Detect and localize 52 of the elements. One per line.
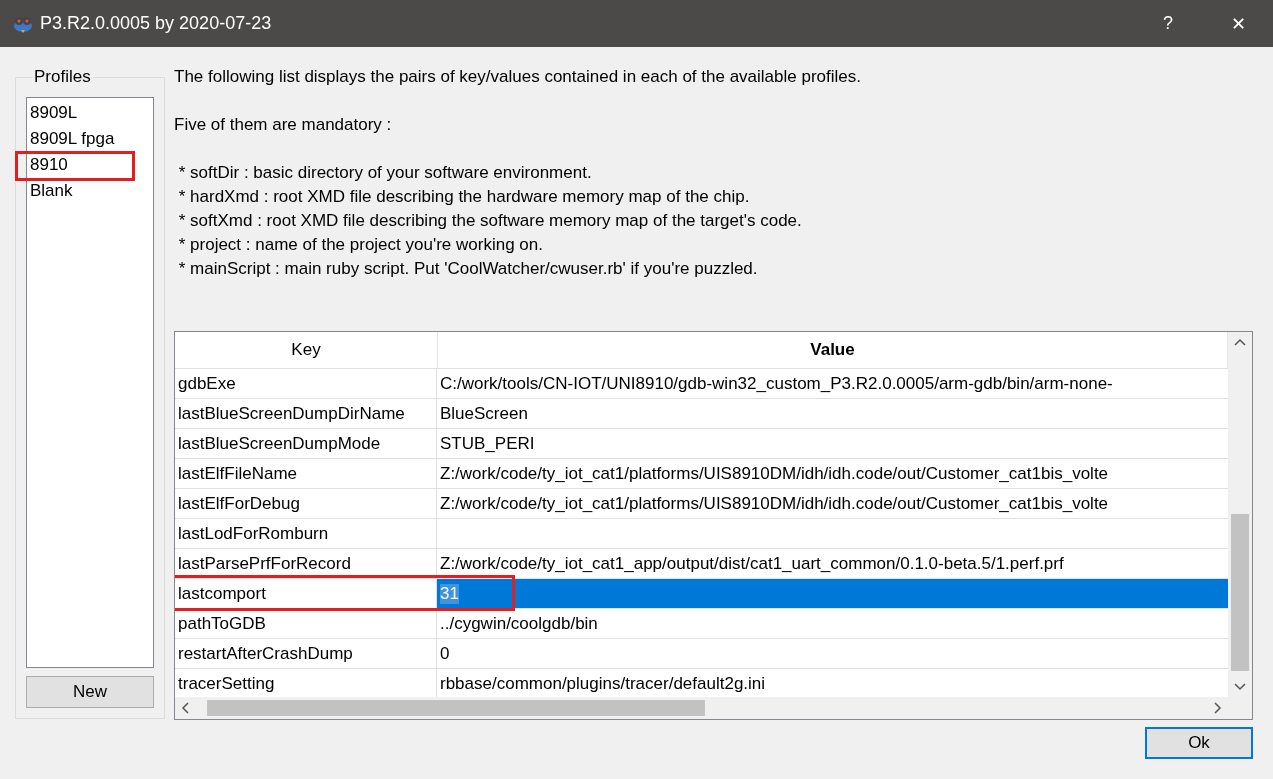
vertical-scrollbar[interactable] [1228,332,1252,697]
help-button[interactable]: ? [1133,0,1203,47]
window-title: P3.R2.0.0005 by 2020-07-23 [40,13,272,34]
value-cell[interactable]: STUB_PERI [437,429,1228,458]
table-cell: lastLodForRomburn [178,523,329,544]
ok-button[interactable]: Ok [1145,727,1253,759]
table-row[interactable]: pathToGDB ../cygwin/coolgdb/bin [175,608,1228,638]
description-text: * softDir : basic directory of your software environment. [177,163,592,182]
table-row[interactable]: gdbExe C:/work/tools/CN-IOT/UNI8910/gdb-win32_custom_P3.R2.0.0005/arm-gdb/bin/arm-none- [175,368,1228,398]
table-cell: lastElfFileName [178,463,298,484]
value-cell[interactable]: BlueScreen [437,399,1228,428]
description-text: * project : name of the project you're working on. [177,235,543,254]
table-cell: gdbExe [178,373,236,394]
new-button[interactable]: New [26,676,154,708]
description-text: * hardXmd : root XMD file describing the hardware memory map of the chip. [177,187,750,206]
value-cell[interactable]: ../cygwin/coolgdb/bin [437,609,1228,638]
value-cell[interactable]: rbbase/common/plugins/tracer/default2g.ini [437,669,1228,697]
table-cell: lastBlueScreenDumpDirName [178,403,405,424]
table-row[interactable]: lastcomport 31 [175,578,1228,608]
profile-item[interactable]: 8910 [27,152,153,178]
table-cell: restartAfterCrashDump [178,643,353,664]
column-header[interactable]: Key [175,332,438,368]
profile-item[interactable]: 8909L [27,100,153,126]
value-cell[interactable]: C:/work/tools/CN-IOT/UNI8910/gdb-win32_custom_P3.R2.0.0005/arm-gdb/bin/arm-none- [437,369,1228,398]
table-cell: lastElfForDebug [178,493,300,514]
table-cell: lastcomport [178,583,266,604]
scroll-thumb[interactable] [207,700,705,716]
value-cell[interactable]: Z:/work/code/ty_iot_cat1/platforms/UIS8910DM/idh/idh.code/out/Customer_cat1bis_volte [437,489,1228,518]
table-row[interactable]: restartAfterCrashDump 0 [175,638,1228,668]
value-cell[interactable]: Z:/work/code/ty_iot_cat1/platforms/UIS8910DM/idh/idh.code/out/Customer_cat1bis_volte [437,459,1228,488]
description-text: * mainScript : main ruby script. Put 'CoolWatcher/cwuser.rb' if you're puzzled. [177,259,758,278]
profile-item[interactable]: 8909L fpga [27,126,153,152]
description-text: The following list displays the pairs of key/values contained in each of the available profiles. [174,67,861,86]
table-cell: tracerSetting [178,673,275,694]
value-cell[interactable]: Z:/work/code/ty_iot_cat1_app/output/dist/cat1_uart_common/0.1.0-beta.5/1.perf.prf [437,549,1228,578]
value-cell[interactable]: 0 [437,639,1228,668]
profile-item[interactable]: Blank [27,178,153,204]
group-label: Profiles [33,67,92,87]
table-cell: pathToGDB [178,613,266,634]
table-cell: lastParsePrfForRecord [178,553,351,574]
scroll-thumb[interactable] [1231,514,1249,671]
table-cell: lastBlueScreenDumpMode [178,433,381,454]
table-row[interactable]: lastLodForRomburn [175,518,1228,548]
description-text: Five of them are mandatory : [174,115,392,134]
table-row[interactable]: lastElfForDebug Z:/work/code/ty_iot_cat1/platforms/UIS8910DM/idh/idh.code/out/Customer_cat1bis_volte [175,488,1228,518]
table-row[interactable]: lastBlueScreenDumpMode STUB_PERI [175,428,1228,458]
description-text: * softXmd : root XMD file describing the software memory map of the target's code. [177,211,802,230]
table-row[interactable]: lastBlueScreenDumpDirName BlueScreen [175,398,1228,428]
table-row[interactable]: lastElfFileName Z:/work/code/ty_iot_cat1/platforms/UIS8910DM/idh/idh.code/out/Customer_cat1bis_volte [175,458,1228,488]
table-row[interactable]: lastParsePrfForRecord Z:/work/code/ty_iot_cat1_app/output/dist/cat1_uart_common/0.1.0-beta.5/1.perf.prf [175,548,1228,578]
close-button[interactable]: ✕ [1203,0,1273,47]
horizontal-scrollbar[interactable] [175,697,1252,719]
